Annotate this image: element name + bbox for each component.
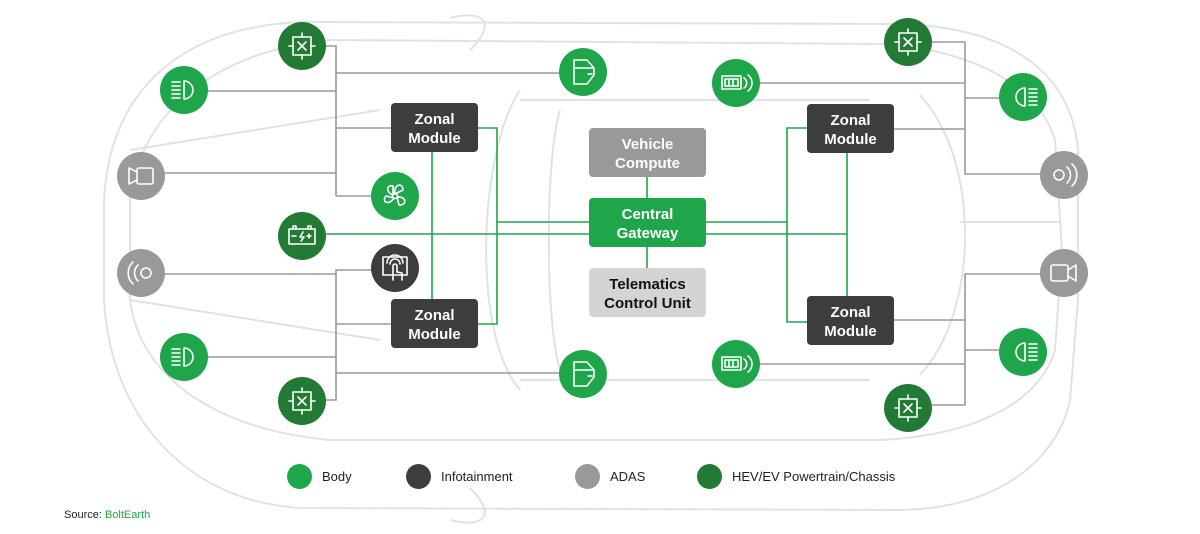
- chassis-module-icon[interactable]: [278, 22, 326, 70]
- source-name: BoltEarth: [104, 509, 151, 521]
- fan-icon[interactable]: [371, 172, 419, 220]
- zonal-module-rear-left[interactable]: Zonal Module: [391, 299, 478, 348]
- legend-item-powertrain: HEV/EV Powertrain/Chassis: [697, 464, 895, 489]
- legend-label: HEV/EV Powertrain/Chassis: [732, 469, 896, 484]
- window-sensor-icon[interactable]: [712, 59, 760, 107]
- chassis-module-icon[interactable]: [278, 377, 326, 425]
- telematics-control-unit-box[interactable]: Telematics Control Unit: [589, 268, 706, 317]
- source-prefix: Source:: [64, 509, 105, 521]
- camera-icon[interactable]: [1040, 249, 1088, 297]
- legend-dot: [406, 464, 431, 489]
- vehicle-compute-box[interactable]: Vehicle Compute: [589, 128, 706, 177]
- touchscreen-icon[interactable]: [371, 244, 419, 292]
- chassis-module-icon[interactable]: [884, 18, 932, 66]
- legend: Body Infotainment ADAS HEV/EV Powertrain…: [0, 464, 1200, 490]
- legend-dot: [575, 464, 600, 489]
- headlight-icon[interactable]: [999, 73, 1047, 121]
- legend-dot: [287, 464, 312, 489]
- legend-label: Infotainment: [441, 469, 513, 484]
- radar-icon[interactable]: [1040, 151, 1088, 199]
- radar-icon[interactable]: [117, 249, 165, 297]
- wiring-left-bottom: [165, 269, 560, 401]
- ethernet-backbone: [326, 127, 848, 325]
- zonal-module-front-left[interactable]: Zonal Module: [391, 103, 478, 152]
- door-icon[interactable]: [559, 48, 607, 96]
- headlight-icon[interactable]: [999, 328, 1047, 376]
- legend-item-adas: ADAS: [575, 464, 645, 489]
- battery-icon[interactable]: [278, 212, 326, 260]
- camera-icon[interactable]: [117, 152, 165, 200]
- legend-dot: [697, 464, 722, 489]
- window-sensor-icon[interactable]: [712, 340, 760, 388]
- central-gateway-box[interactable]: Central Gateway: [589, 198, 706, 247]
- headlight-icon[interactable]: [160, 333, 208, 381]
- chassis-module-icon[interactable]: [884, 384, 932, 432]
- zonal-architecture-diagram: Zonal Module Zonal Module Zonal Module Zona…: [103, 14, 1088, 524]
- source-note: Source: BoltEarth: [64, 509, 150, 521]
- legend-item-infotainment: Infotainment: [406, 464, 513, 489]
- zonal-module-front-right[interactable]: Zonal Module: [807, 104, 894, 153]
- wiring-right-bottom: [760, 273, 1040, 406]
- headlight-icon[interactable]: [160, 66, 208, 114]
- legend-label: ADAS: [610, 469, 646, 484]
- door-icon[interactable]: [559, 350, 607, 398]
- legend-label: Body: [322, 469, 352, 484]
- zonal-module-rear-right[interactable]: Zonal Module: [807, 296, 894, 345]
- legend-item-body: Body: [287, 464, 352, 489]
